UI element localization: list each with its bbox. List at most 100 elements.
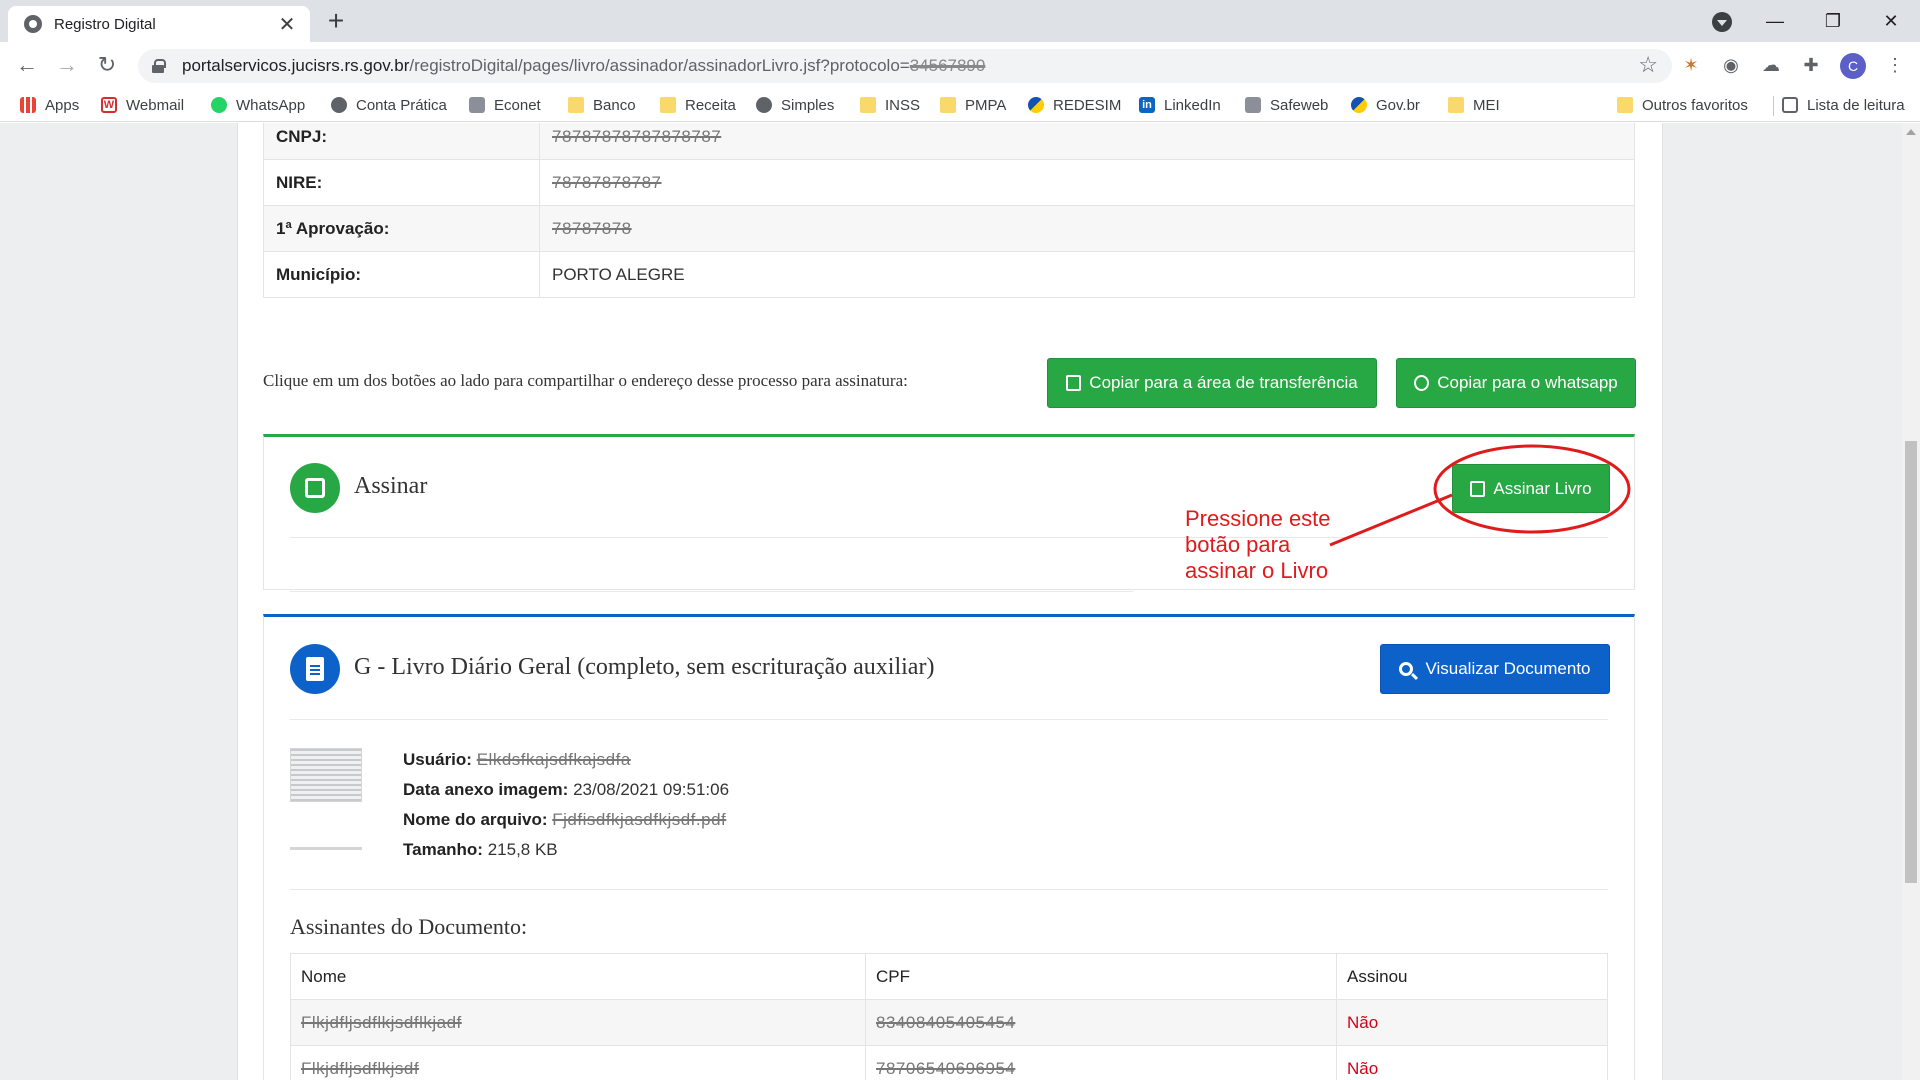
safeweb-icon bbox=[1245, 97, 1261, 113]
signer-name: Flkjdfljsdflkjsdf bbox=[301, 1058, 420, 1078]
linkedin-icon: in bbox=[1139, 97, 1155, 113]
table-row: 1ª Aprovação: 78787878 bbox=[263, 205, 1635, 252]
copy-clipboard-button[interactable]: Copiar para a área de transferência bbox=[1047, 358, 1377, 408]
bookmark-conta-pratica[interactable]: Conta Prática bbox=[331, 94, 447, 116]
edit-icon bbox=[290, 463, 340, 513]
tab-title: Registro Digital bbox=[54, 15, 156, 33]
copy-icon bbox=[1066, 375, 1082, 391]
bookmark-webmail[interactable]: W Webmail bbox=[101, 94, 184, 116]
folder-icon bbox=[568, 97, 584, 113]
document-thumbnail[interactable] bbox=[290, 748, 362, 868]
address-bar[interactable]: portalservicos.jucisrs.rs.gov.br/registr… bbox=[138, 49, 1672, 83]
puzzle-extensions-icon[interactable]: ✚ bbox=[1800, 54, 1822, 76]
bookmark-econet[interactable]: Econet bbox=[469, 94, 541, 116]
sign-book-button[interactable]: Assinar Livro bbox=[1452, 464, 1610, 513]
folder-icon bbox=[860, 97, 876, 113]
nire-value: 78787878787 bbox=[552, 172, 662, 192]
extension-icon[interactable]: ✶ bbox=[1680, 54, 1702, 76]
bookmark-pmpa[interactable]: PMPA bbox=[940, 94, 1006, 116]
municipio-label: Município: bbox=[263, 251, 540, 298]
bookmark-inss[interactable]: INSS bbox=[860, 94, 920, 116]
folder-icon bbox=[660, 97, 676, 113]
signer-cpf: 78706540696954 bbox=[876, 1058, 1016, 1078]
date-value: 23/08/2021 09:51:06 bbox=[573, 780, 730, 799]
lock-icon bbox=[152, 59, 166, 73]
econet-icon bbox=[469, 97, 485, 113]
bookmark-mei[interactable]: MEI bbox=[1448, 94, 1500, 116]
signers-heading: Assinantes do Documento: bbox=[290, 914, 528, 939]
close-tab-icon[interactable]: ✕ bbox=[276, 12, 298, 37]
scrollbar-thumb[interactable] bbox=[1905, 441, 1917, 883]
copy-whatsapp-button[interactable]: Copiar para o whatsapp bbox=[1396, 358, 1636, 408]
signer-cpf: 83408405405454 bbox=[876, 1012, 1016, 1032]
forward-arrow-icon[interactable]: → bbox=[52, 50, 82, 80]
restore-button[interactable]: ❐ bbox=[1810, 6, 1856, 36]
table-header-row: Nome CPF Assinou bbox=[290, 953, 1608, 1000]
divider bbox=[290, 537, 1608, 538]
profile-avatar[interactable]: C bbox=[1840, 53, 1866, 79]
webmail-w-icon: W bbox=[101, 97, 117, 113]
reload-icon[interactable]: ↻ bbox=[92, 50, 122, 80]
table-row: NIRE: 78787878787 bbox=[263, 159, 1635, 206]
bookmark-banco[interactable]: Banco bbox=[568, 94, 636, 116]
govbr-icon bbox=[1351, 97, 1367, 113]
column-header-signed: Assinou bbox=[1336, 953, 1608, 1000]
bookmark-receita[interactable]: Receita bbox=[660, 94, 736, 116]
reading-list-icon bbox=[1782, 97, 1798, 113]
document-icon bbox=[290, 644, 340, 694]
bookmarks-bar: Apps W Webmail WhatsApp Conta Prática Eco… bbox=[0, 88, 1920, 122]
scroll-up-arrow-icon[interactable] bbox=[1906, 129, 1916, 135]
annotation-text: Pressione este botão para assinar o Livr… bbox=[1185, 506, 1331, 583]
back-arrow-icon[interactable]: ← bbox=[12, 50, 42, 80]
bookmark-simples[interactable]: Simples bbox=[756, 94, 834, 116]
divider bbox=[290, 591, 1133, 592]
page-viewport: CNPJ: 78787878787878787 NIRE: 7878787878… bbox=[0, 123, 1902, 1080]
bookmark-whatsapp[interactable]: WhatsApp bbox=[211, 94, 305, 116]
bookmark-lista-de-leitura[interactable]: Lista de leitura bbox=[1782, 94, 1905, 116]
signers-table: Nome CPF Assinou Flkjdfljsdflkjsdflkjadf… bbox=[290, 953, 1608, 1080]
filename-value: Fjdfisdfkjasdfkjsdf.pdf bbox=[552, 810, 727, 829]
size-line: Tamanho: 215,8 KB bbox=[403, 840, 558, 859]
nire-label: NIRE: bbox=[263, 159, 540, 206]
folder-icon bbox=[1617, 97, 1633, 113]
new-tab-button[interactable]: + bbox=[322, 7, 350, 35]
municipio-value: PORTO ALEGRE bbox=[539, 251, 1635, 298]
whatsapp-icon bbox=[211, 97, 227, 113]
apps-grid-icon bbox=[20, 97, 36, 113]
minimize-button[interactable]: — bbox=[1752, 6, 1798, 36]
tab-search-icon[interactable] bbox=[1712, 12, 1732, 32]
bookmark-govbr[interactable]: Gov.br bbox=[1351, 94, 1420, 116]
divider bbox=[290, 889, 1608, 890]
page-scrollbar[interactable] bbox=[1902, 123, 1920, 1080]
table-row: Flkjdfljsdflkjsdf 78706540696954 Não bbox=[290, 1045, 1608, 1080]
bookmark-safeweb[interactable]: Safeweb bbox=[1245, 94, 1328, 116]
user-value: Elkdsfkajsdfkajsdfa bbox=[476, 750, 631, 769]
signer-status: Não bbox=[1336, 999, 1608, 1046]
signer-name: Flkjdfljsdflkjsdflkjadf bbox=[301, 1012, 462, 1032]
chat-extension-icon[interactable]: ◉ bbox=[1720, 54, 1742, 76]
view-document-button[interactable]: Visualizar Documento bbox=[1380, 644, 1610, 694]
signer-status: Não bbox=[1336, 1045, 1608, 1080]
divider bbox=[290, 719, 1608, 720]
bookmark-linkedin[interactable]: in LinkedIn bbox=[1139, 94, 1221, 116]
sign-panel-title: Assinar bbox=[354, 473, 428, 499]
whatsapp-icon bbox=[1414, 375, 1430, 391]
close-window-button[interactable]: ✕ bbox=[1868, 6, 1914, 36]
browser-tab[interactable]: Registro Digital ✕ bbox=[8, 6, 310, 42]
edit-icon bbox=[1470, 480, 1486, 497]
table-row: Município: PORTO ALEGRE bbox=[263, 251, 1635, 298]
cloud-extension-icon[interactable]: ☁ bbox=[1760, 54, 1782, 76]
first-approval-value: 78787878 bbox=[552, 218, 632, 238]
bookmark-star-icon[interactable]: ☆ bbox=[1638, 52, 1658, 78]
bookmark-outros-favoritos[interactable]: Outros favoritos bbox=[1617, 94, 1748, 116]
menu-kebab-icon[interactable]: ⋮ bbox=[1884, 54, 1906, 76]
first-approval-label: 1ª Aprovação: bbox=[263, 205, 540, 252]
folder-icon bbox=[940, 97, 956, 113]
folder-icon bbox=[1448, 97, 1464, 113]
bookmark-apps[interactable]: Apps bbox=[20, 94, 79, 116]
size-value: 215,8 KB bbox=[487, 840, 558, 859]
redesim-icon bbox=[1028, 97, 1044, 113]
user-line: Usuário: Elkdsfkajsdfkajsdfa bbox=[403, 750, 631, 769]
bookmark-redesim[interactable]: REDESIM bbox=[1028, 94, 1121, 116]
column-header-cpf: CPF bbox=[865, 953, 1337, 1000]
